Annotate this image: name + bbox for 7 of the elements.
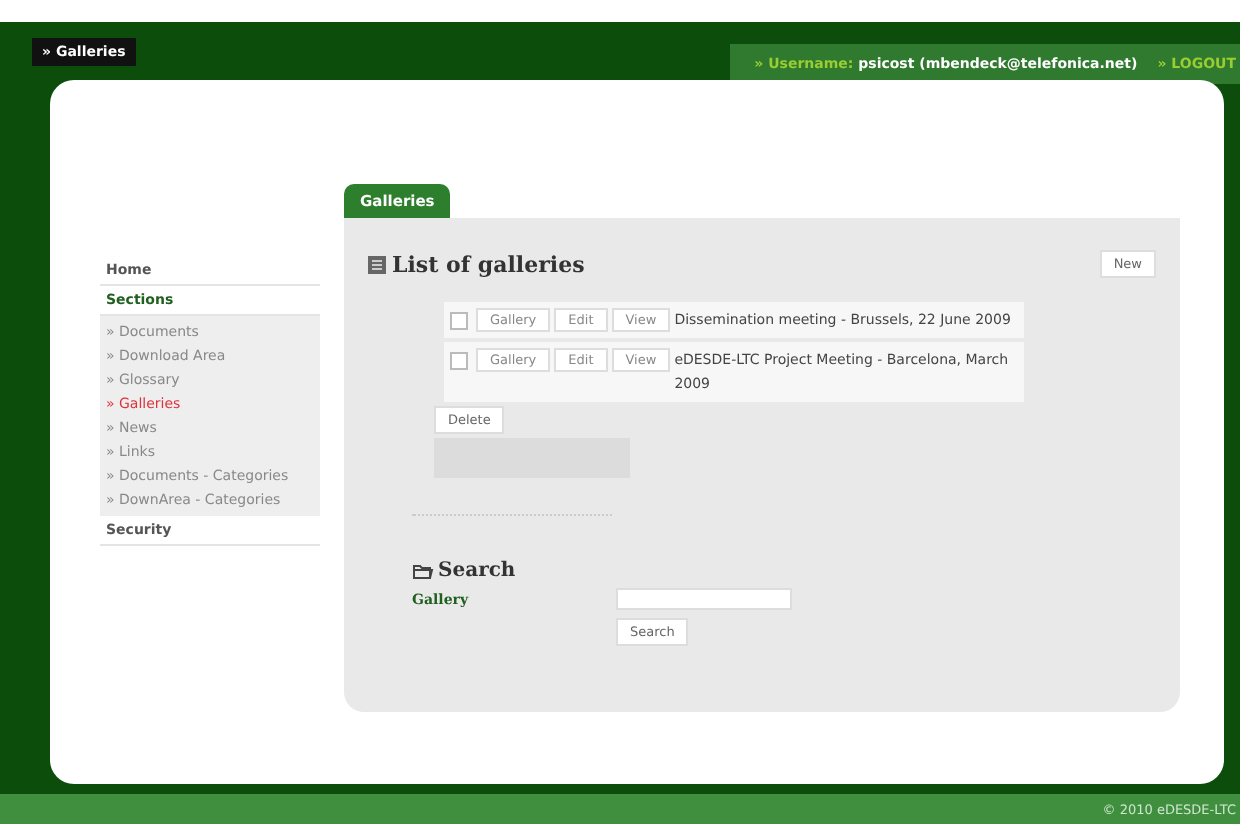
- section-title: List of galleries: [392, 251, 585, 277]
- checkbox[interactable]: [450, 312, 468, 330]
- checkbox[interactable]: [450, 352, 468, 370]
- folder-icon: [412, 562, 434, 580]
- search-title: Search: [438, 560, 516, 582]
- input-field[interactable]: [616, 588, 792, 610]
- list-icon: [368, 255, 386, 273]
